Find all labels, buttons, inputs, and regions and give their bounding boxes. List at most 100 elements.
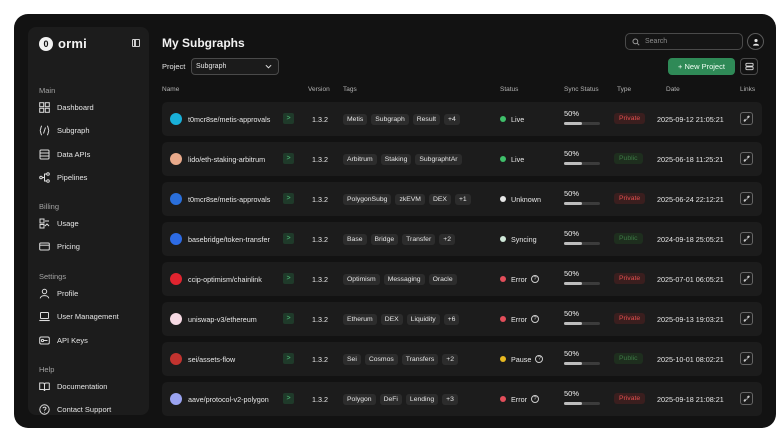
link-icon xyxy=(743,235,750,242)
table-row[interactable]: t0mcr8se/metis-approvals >1.3.2 Metis Subgr… xyxy=(162,102,762,136)
sidebar-item-label: Data APIs xyxy=(57,149,91,159)
sync-progress-fill xyxy=(564,322,582,325)
link-button[interactable] xyxy=(740,152,753,165)
table-row[interactable]: basebridge/token-transfer >1.3.2 Base Bridg… xyxy=(162,222,762,256)
search-icon xyxy=(632,37,640,46)
subgraph-name-cell[interactable]: lido/eth-staking-arbitrum xyxy=(170,142,265,176)
sidebar-item-user-management[interactable]: User Management xyxy=(39,311,119,323)
key-icon xyxy=(39,335,50,346)
subgraph-name-cell[interactable]: t0mcr8se/metis-approvals xyxy=(170,182,270,216)
sync-percent: 50% xyxy=(564,229,580,238)
table-row[interactable]: t0mcr8se/metis-approvals >1.3.2 PolygonSub… xyxy=(162,182,762,216)
terminal-icon[interactable]: > xyxy=(283,193,294,204)
project-label: Project xyxy=(162,62,186,71)
new-project-button[interactable]: + New Project xyxy=(668,58,735,75)
column-header-links[interactable]: Links xyxy=(740,86,755,93)
link-button[interactable] xyxy=(740,352,753,365)
sidebar-item-usage[interactable]: Usage xyxy=(39,217,79,229)
terminal-icon[interactable]: > xyxy=(283,313,294,324)
terminal-icon[interactable]: > xyxy=(283,273,294,284)
terminal-icon[interactable]: > xyxy=(283,233,294,244)
table-row[interactable]: aave/protocol-v2-polygon >1.3.2 Polygon DeF… xyxy=(162,382,762,416)
link-button[interactable] xyxy=(740,112,753,125)
column-header-type[interactable]: Type xyxy=(617,86,631,93)
type-badge: Private xyxy=(614,193,646,204)
list-view-icon xyxy=(744,62,754,71)
status-help-icon[interactable]: ? xyxy=(530,395,539,403)
status-help-icon[interactable]: ? xyxy=(535,355,544,363)
search-input[interactable]: Search xyxy=(625,33,743,50)
tags-cell: Base Bridge Transfer +2 xyxy=(343,222,459,256)
subgraph-name-cell[interactable]: ccip-optimism/chainlink xyxy=(170,262,262,296)
usage-icon xyxy=(39,218,50,229)
table-row[interactable]: uniswap-v3/ethereum >1.3.2 Etherum DEX Liqui… xyxy=(162,302,762,336)
status-dot-icon xyxy=(500,196,506,202)
link-button[interactable] xyxy=(740,312,753,325)
subgraph-name-cell[interactable]: basebridge/token-transfer xyxy=(170,222,270,256)
column-header-version[interactable]: Version xyxy=(308,86,330,93)
subgraph-name-cell[interactable]: t0mcr8se/metis-approvals xyxy=(170,102,270,136)
tag-chip: Cosmos xyxy=(364,353,398,365)
link-button[interactable] xyxy=(740,232,753,245)
sync-status: 50% xyxy=(564,389,604,405)
sidebar-item-pricing[interactable]: Pricing xyxy=(39,241,80,253)
link-button[interactable] xyxy=(740,392,753,405)
terminal-icon[interactable]: > xyxy=(283,353,294,364)
sidebar-collapse-icon[interactable] xyxy=(132,39,140,47)
pipeline-icon xyxy=(39,172,50,183)
sidebar: 0 ormi Main Dashboard Subgraph Data APIs Pip… xyxy=(28,27,149,415)
table-row[interactable]: ccip-optimism/chainlink >1.3.2 Optimism Mes… xyxy=(162,262,762,296)
view-toggle-button[interactable] xyxy=(740,58,758,75)
link-button[interactable] xyxy=(740,192,753,205)
version-value: 1.3.2 xyxy=(312,274,328,284)
status-text: Unknown xyxy=(511,194,541,204)
column-header-sync-status[interactable]: Sync Status xyxy=(564,86,599,93)
version-cell: 1.3.2 xyxy=(312,142,328,176)
terminal-icon[interactable]: > xyxy=(283,113,294,124)
user-avatar-button[interactable] xyxy=(747,33,764,50)
tag-chip: Metis xyxy=(343,113,368,125)
logo[interactable]: 0 ormi xyxy=(39,36,87,51)
column-header-date[interactable]: Date xyxy=(666,86,680,93)
tag-chip: Lending xyxy=(405,393,439,405)
tags-cell: Optimism Messaging Oracle xyxy=(343,262,461,296)
status-help-icon[interactable]: ? xyxy=(530,315,539,323)
tag-chip: +6 xyxy=(443,313,460,325)
link-button[interactable] xyxy=(740,272,753,285)
subgraph-name-cell[interactable]: uniswap-v3/ethereum xyxy=(170,302,257,336)
type-badge: Private xyxy=(614,273,646,284)
tag-chip: Transfers xyxy=(401,353,439,365)
chain-logo-icon xyxy=(170,233,182,245)
column-header-status[interactable]: Status xyxy=(500,86,518,93)
date-cell: 2025-10-01 08:02:21 xyxy=(657,342,724,376)
sidebar-item-contact-support[interactable]: Contact Support xyxy=(39,404,111,416)
sidebar-item-api-keys[interactable]: API Keys xyxy=(39,334,88,346)
sidebar-item-data-apis[interactable]: Data APIs xyxy=(39,148,90,160)
table-row[interactable]: lido/eth-staking-arbitrum >1.3.2 Arbitrum S… xyxy=(162,142,762,176)
status-text: Error xyxy=(511,314,527,324)
subgraph-name-cell[interactable]: sei/assets-flow xyxy=(170,342,235,376)
column-header-name[interactable]: Name xyxy=(162,86,179,93)
sync-percent: 50% xyxy=(564,189,580,198)
sidebar-item-pipelines[interactable]: Pipelines xyxy=(39,172,87,184)
sidebar-item-subgraph[interactable]: Subgraph xyxy=(39,125,90,137)
column-header-tags[interactable]: Tags xyxy=(343,86,357,93)
sidebar-item-label: Pipelines xyxy=(57,173,88,182)
status-cell: Live xyxy=(500,102,524,136)
sidebar-section-title: Billing xyxy=(39,202,60,211)
sync-progress-bar xyxy=(564,402,600,405)
tags-cell: Metis Subgraph Result +4 xyxy=(343,102,464,136)
date-cell: 2025-09-13 19:03:21 xyxy=(657,302,724,336)
terminal-icon[interactable]: > xyxy=(283,153,294,164)
terminal-icon[interactable]: > xyxy=(283,393,294,404)
table-row[interactable]: sei/assets-flow >1.3.2 Sei Cosmos Transfers +… xyxy=(162,342,762,376)
status-help-icon[interactable]: ? xyxy=(530,275,539,283)
sidebar-item-profile[interactable]: Profile xyxy=(39,287,78,299)
project-select[interactable]: Subgraph xyxy=(191,58,279,75)
subgraph-name-cell[interactable]: aave/protocol-v2-polygon xyxy=(170,382,269,416)
link-icon xyxy=(743,155,750,162)
sidebar-item-documentation[interactable]: Documentation xyxy=(39,380,107,392)
status-cell: Pause? xyxy=(500,342,544,376)
sidebar-item-dashboard[interactable]: Dashboard xyxy=(39,101,94,113)
status-text: Error xyxy=(511,394,527,404)
